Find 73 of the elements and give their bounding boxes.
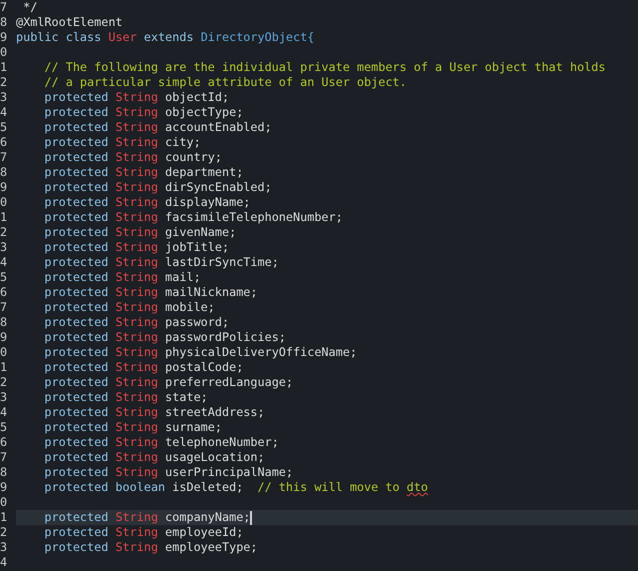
line-number: 3 <box>0 540 8 555</box>
code-line: @XmlRootElement <box>16 15 123 30</box>
line-number: 3 <box>0 90 8 105</box>
line-number: 4 <box>0 255 8 270</box>
code-line: protected String dirSyncEnabled; <box>43 180 272 195</box>
line-number: 2 <box>0 225 8 240</box>
code-line: protected String objectId; <box>43 90 230 105</box>
code-line: protected String department; <box>43 165 244 180</box>
line-number: 1 <box>0 360 8 375</box>
line-number: 1 <box>0 210 8 225</box>
code-line: protected String postalCode; <box>43 360 244 375</box>
code-line: protected String mailNickname; <box>43 285 258 300</box>
line-number: 6 <box>0 285 8 300</box>
code-line: */ <box>22 0 38 15</box>
code-line: protected String lastDirSyncTime; <box>43 255 279 270</box>
line-number: 0 <box>0 195 8 210</box>
code-line: protected String state; <box>43 390 208 405</box>
text-cursor <box>250 510 252 524</box>
line-number: 8 <box>0 165 8 180</box>
code-line: protected String country; <box>43 150 222 165</box>
line-number: 9 <box>0 330 8 345</box>
code-line: protected String usageLocation; <box>43 450 265 465</box>
code-line: protected boolean isDeleted; // this will move to dto <box>43 480 428 495</box>
code-line: protected String mail; <box>43 270 201 285</box>
line-number: 3 <box>0 240 8 255</box>
line-number: 7 <box>0 150 8 165</box>
line-number: 0 <box>0 345 8 360</box>
code-line: protected String objectType; <box>43 105 244 120</box>
line-number: 9 <box>0 480 8 495</box>
code-line: // a particular simple attribute of an User object. <box>43 75 407 90</box>
code-line: protected String telephoneNumber; <box>43 435 279 450</box>
code-line: protected String employeeType; <box>43 540 258 555</box>
code-line: protected String userPrincipalName; <box>43 465 294 480</box>
line-number: 1 <box>0 60 8 75</box>
line-number: 8 <box>0 465 8 480</box>
code-line: protected String employeeId; <box>43 525 244 540</box>
line-number: 2 <box>0 375 8 390</box>
code-line: protected String password; <box>43 315 230 330</box>
line-number: 7 <box>0 0 8 15</box>
code-line: protected String streetAddress; <box>43 405 265 420</box>
code-line: protected String givenName; <box>43 225 236 240</box>
line-number: 5 <box>0 420 8 435</box>
line-number: 5 <box>0 120 8 135</box>
line-number: 4 <box>0 405 8 420</box>
code-line: protected String surname; <box>43 420 222 435</box>
line-number: 6 <box>0 435 8 450</box>
code-line: // The following are the individual private members of a User object that holds <box>43 60 606 75</box>
line-number: 6 <box>0 135 8 150</box>
code-line: protected String accountEnabled; <box>43 120 272 135</box>
code-line: protected String preferredLanguage; <box>43 375 294 390</box>
code-line: protected String facsimileTelephoneNumber; <box>43 210 343 225</box>
line-number: 8 <box>0 315 8 330</box>
line-number: 9 <box>0 180 8 195</box>
line-number: 0 <box>0 45 8 60</box>
code-line: protected String jobTitle; <box>43 240 230 255</box>
line-number: 4 <box>0 105 8 120</box>
code-line: protected String city; <box>43 135 201 150</box>
line-number: 7 <box>0 450 8 465</box>
line-number: 3 <box>0 390 8 405</box>
line-number: 4 <box>0 555 8 570</box>
line-number: 2 <box>0 75 8 90</box>
line-number: 8 <box>0 15 8 30</box>
code-line: protected String physicalDeliveryOfficeName; <box>43 345 357 360</box>
code-line: public class User extends DirectoryObject{ <box>16 30 314 45</box>
line-number: 0 <box>0 495 8 510</box>
code-line: protected String mobile; <box>43 300 215 315</box>
code-line: protected String companyName; <box>43 510 250 525</box>
line-number: 9 <box>0 30 8 45</box>
line-number: 7 <box>0 300 8 315</box>
line-number: 2 <box>0 525 8 540</box>
code-line: protected String passwordPolicies; <box>43 330 286 345</box>
line-number: 5 <box>0 270 8 285</box>
code-line: protected String displayName; <box>43 195 250 210</box>
